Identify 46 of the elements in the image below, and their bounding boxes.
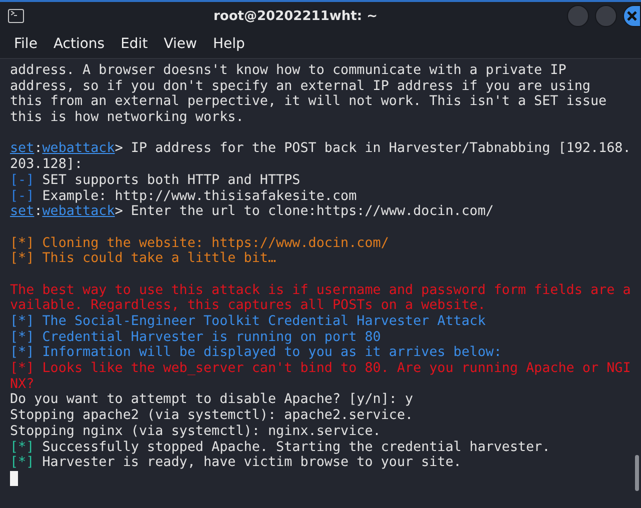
status-tag: [*]: [10, 440, 34, 456]
close-icon: [626, 10, 638, 22]
menu-item[interactable]: Help: [204, 34, 253, 54]
terminal-text: SET supports both HTTP and HTTPS: [41, 172, 300, 189]
terminal-text: :: [34, 204, 42, 220]
prompt-link[interactable]: set: [10, 204, 34, 220]
close-button[interactable]: [623, 5, 641, 27]
menu-item[interactable]: File: [6, 34, 46, 54]
status-message: [*] Cloning the website: https://www.docin.com/: [10, 236, 389, 252]
terminal-text: Do you want to attempt to disable Apache? [y/n]: y: [10, 392, 414, 408]
window-title: root@20202211wht: ~: [212, 8, 378, 24]
text-cursor: [10, 470, 18, 486]
terminal-text: Stopping apache2 (via systemctl): apache2.service.: [10, 408, 414, 424]
terminal-text: 203.128]:: [10, 157, 83, 173]
error-message: The best way to use this attack is if username and password form fields are a: [10, 282, 631, 298]
terminal-text: Harvester is ready, have victim browse to your site.: [41, 455, 462, 471]
menu-item[interactable]: View: [156, 34, 205, 54]
status-tag: [-]: [10, 172, 34, 189]
terminal-text: Successfully stopped Apache. Starting the credential harvester.: [41, 440, 550, 456]
terminal-text: address, so if you don't specify an external IP address if you are using: [10, 78, 590, 94]
menu-item[interactable]: Actions: [45, 34, 113, 54]
error-message: NX?: [10, 376, 34, 392]
info-message: [*] The Social-Engineer Toolkit Credential Harvester Attack: [10, 314, 486, 330]
status-message: [*] This could take a little bit…: [10, 251, 276, 267]
prompt-link[interactable]: webattack: [42, 141, 115, 158]
terminal-text: this is how networking works.: [10, 110, 244, 126]
terminal-text: > Enter the url to clone:https://www.docin.com/: [114, 204, 494, 220]
terminal-text: Stopping nginx (via systemctl): nginx.service.: [10, 424, 381, 440]
scrollbar-thumb[interactable]: [635, 455, 639, 491]
prompt-link[interactable]: webattack: [42, 204, 115, 220]
terminal-text: Example: http://www.thisisafakesite.com: [41, 188, 357, 204]
terminal-text: this from an external perpective, it will not work. This isn't a SET issue: [10, 94, 607, 110]
status-tag: [-]: [10, 188, 34, 204]
menu-item[interactable]: Edit: [112, 34, 156, 54]
prompt-link[interactable]: set: [10, 141, 34, 158]
maximize-button[interactable]: [595, 5, 617, 27]
error-message: vailable. Regardless, this captures all POSTs on a website.: [10, 298, 486, 314]
terminal-text: > IP address for the POST back in Harvester/Tabnabbing [192.168.: [114, 141, 631, 158]
minimize-button[interactable]: [567, 5, 589, 27]
info-message: [*] Credential Harvester is running on port 80: [10, 330, 381, 346]
terminal-icon: [8, 9, 24, 23]
terminal-text: :: [34, 141, 42, 158]
error-message: [*] Looks like the web_server can't bind to 80. Are you running Apache or NGI: [10, 361, 631, 377]
status-tag: [*]: [10, 455, 34, 471]
info-message: [*] Information will be displayed to you as it arrives below:: [10, 345, 502, 362]
terminal-text: address. A browser doesns't know how to communicate with a private IP: [10, 63, 566, 79]
